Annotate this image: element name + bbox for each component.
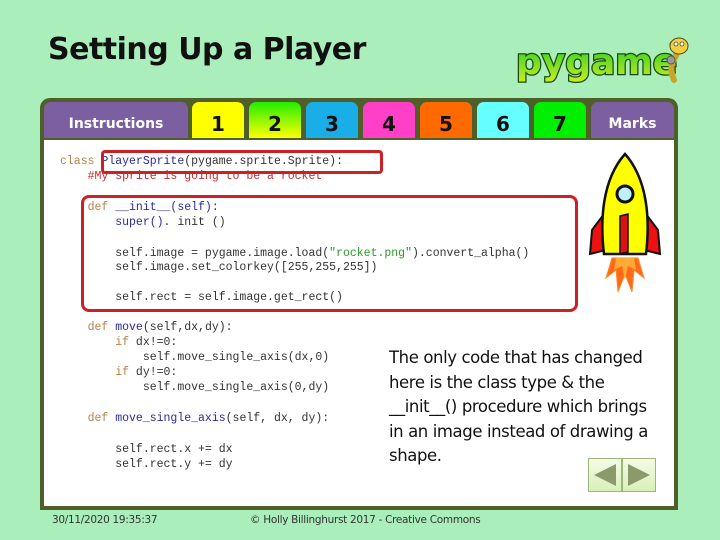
tab-5[interactable]: 5 bbox=[420, 102, 472, 138]
rocket-icon bbox=[588, 152, 662, 293]
class-highlight-box bbox=[101, 150, 383, 174]
tab-label: Instructions bbox=[68, 116, 164, 132]
tab-label: 6 bbox=[496, 112, 510, 136]
tab-label: 4 bbox=[382, 112, 396, 136]
code-text: dx!=0: bbox=[135, 336, 178, 349]
code-line: self.move_single_axis(0,dy) bbox=[60, 381, 330, 394]
snake-mascot-icon bbox=[666, 37, 689, 83]
footer-datetime: 30/11/2020 19:35:37 bbox=[52, 514, 158, 526]
triangle-left-icon bbox=[594, 464, 616, 486]
tab-label: Marks bbox=[608, 116, 657, 132]
code-line: if dx!=0: bbox=[60, 337, 177, 349]
tab-label: 3 bbox=[325, 112, 339, 136]
tab-instructions[interactable]: Instructions bbox=[44, 102, 188, 138]
keyword: if bbox=[60, 366, 136, 379]
tab-label: 5 bbox=[439, 112, 453, 136]
explanation-text: The only code that has changed here is t… bbox=[389, 348, 648, 465]
triangle-right-icon bbox=[628, 464, 650, 486]
keyword: def bbox=[60, 412, 116, 425]
code-line: self.move_single_axis(dx,0) bbox=[60, 351, 330, 364]
code-text: dy!=0: bbox=[135, 366, 178, 379]
previous-slide-button[interactable] bbox=[588, 458, 622, 492]
tab-4[interactable]: 4 bbox=[363, 102, 415, 138]
tab-marks[interactable]: Marks bbox=[591, 102, 674, 138]
tab-label: 2 bbox=[268, 112, 282, 136]
tab-2[interactable]: 2 bbox=[249, 102, 301, 138]
next-slide-button[interactable] bbox=[622, 458, 656, 492]
code-text: (self,dx,dy): bbox=[142, 321, 233, 334]
code-text: (self, dx, dy): bbox=[225, 412, 330, 425]
code-line: if dy!=0: bbox=[60, 367, 177, 379]
tab-label: 7 bbox=[553, 112, 567, 136]
code-line: self.rect.x += dx bbox=[60, 443, 233, 456]
logo-text: pygame bbox=[516, 42, 677, 83]
slide-title: Setting Up a Player bbox=[48, 32, 366, 67]
tab-1[interactable]: 1 bbox=[192, 102, 244, 138]
tab-7[interactable]: 7 bbox=[534, 102, 586, 138]
init-highlight-box bbox=[81, 195, 578, 312]
code-line: def move(self,dx,dy): bbox=[60, 322, 233, 334]
function-name: move_single_axis bbox=[115, 412, 226, 425]
keyword: class bbox=[60, 155, 102, 168]
code-line: self.rect.y += dy bbox=[60, 458, 233, 471]
function-name: move bbox=[115, 321, 143, 334]
tab-3[interactable]: 3 bbox=[306, 102, 358, 138]
keyword: if bbox=[60, 336, 136, 349]
keyword: def bbox=[60, 321, 116, 334]
code-line: def move_single_axis(self, dx, dy): bbox=[60, 412, 330, 425]
tab-label: 1 bbox=[211, 112, 225, 136]
pygame-logo: pygame bbox=[515, 37, 689, 84]
tab-6[interactable]: 6 bbox=[477, 102, 529, 138]
footer-copyright: © Holly Billinghurst 2017 - Creative Com… bbox=[250, 514, 481, 526]
